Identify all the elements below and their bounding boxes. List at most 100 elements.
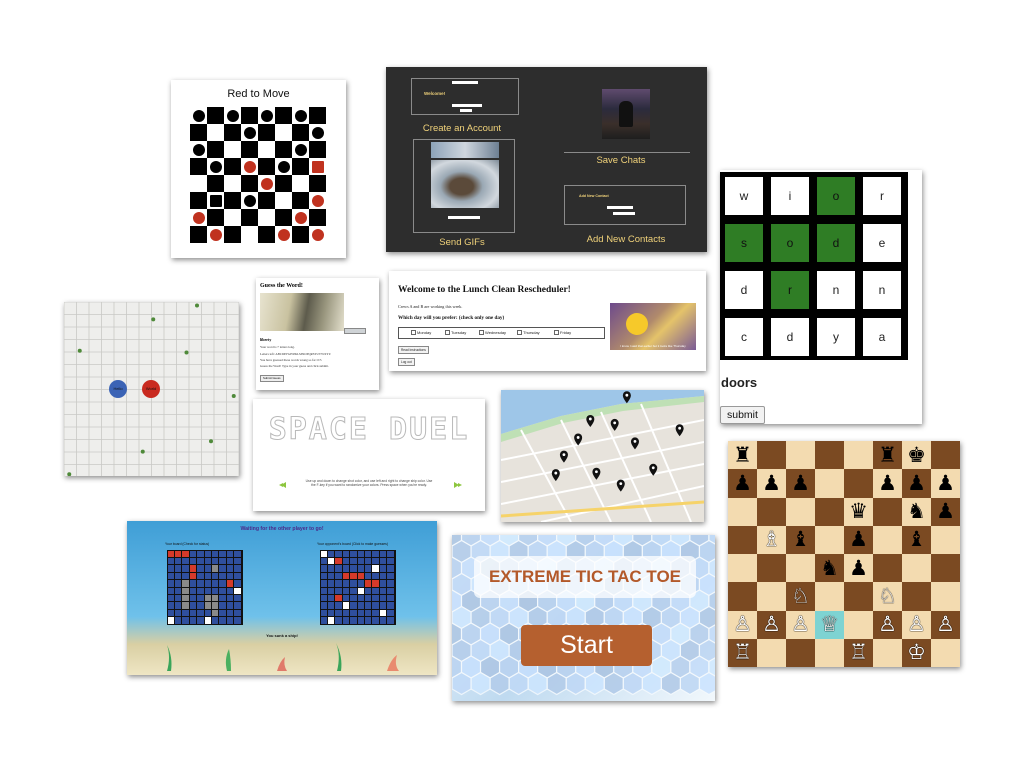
black-checker-piece[interactable]	[260, 109, 273, 122]
battleship-cell[interactable]	[350, 580, 357, 587]
battleship-cell[interactable]	[387, 587, 394, 594]
battleship-cell[interactable]	[350, 617, 357, 624]
battleship-cell[interactable]	[335, 580, 342, 587]
battleship-cell[interactable]	[342, 617, 350, 624]
black-checker-piece[interactable]	[243, 194, 256, 207]
battleship-cell[interactable]	[320, 565, 327, 572]
battleship-cell[interactable]	[357, 565, 364, 572]
checkers-game-thumbnail[interactable]: Red to Move	[171, 80, 346, 258]
battleship-cell[interactable]	[387, 617, 394, 624]
battleship-cell[interactable]	[320, 602, 327, 609]
battleship-cell[interactable]	[342, 580, 350, 587]
chess-square[interactable]	[902, 582, 931, 611]
battleship-cell[interactable]	[350, 587, 357, 594]
battleship-cell[interactable]	[379, 565, 387, 572]
chess-square[interactable]	[757, 497, 786, 526]
battleship-cell[interactable]	[379, 595, 387, 602]
red-checker-piece[interactable]	[277, 228, 290, 241]
chess-square[interactable]	[786, 497, 815, 526]
checkers-square[interactable]	[224, 124, 241, 141]
battleship-cell[interactable]	[365, 602, 372, 609]
battleship-cell[interactable]	[320, 550, 327, 557]
battleship-cell[interactable]	[365, 580, 372, 587]
letter-tile[interactable]: e	[863, 224, 901, 262]
battleship-cell[interactable]	[365, 558, 372, 565]
battleship-cell[interactable]	[387, 565, 394, 572]
checkers-square[interactable]	[207, 209, 224, 226]
battleship-cell[interactable]	[379, 587, 387, 594]
day-monday[interactable]: Monday	[411, 330, 431, 335]
letter-tile[interactable]: d	[817, 224, 855, 262]
battleship-cell[interactable]	[357, 550, 364, 557]
black-king-piece[interactable]	[209, 194, 222, 207]
battleship-cell[interactable]	[320, 580, 327, 587]
battleship-cell[interactable]	[335, 617, 342, 624]
chess-piece-icon[interactable]: ♟	[757, 469, 786, 498]
chess-square[interactable]	[815, 638, 844, 667]
red-checker-piece[interactable]	[209, 228, 222, 241]
battleship-cell[interactable]	[379, 572, 387, 580]
map-thumbnail[interactable]	[501, 390, 704, 522]
battleship-cell[interactable]	[328, 580, 335, 587]
battleship-cell[interactable]	[379, 550, 387, 557]
battleship-cell[interactable]	[357, 609, 364, 617]
chess-piece-icon[interactable]: ♘	[873, 582, 902, 611]
chess-piece-icon[interactable]: ♞	[815, 554, 844, 583]
battleship-cell[interactable]	[372, 617, 379, 624]
checkers-square[interactable]	[190, 124, 207, 141]
checkers-square[interactable]	[258, 158, 275, 175]
letter-tile[interactable]: w	[725, 177, 763, 215]
chess-piece-icon[interactable]: ♖	[728, 638, 757, 667]
battleship-cell[interactable]	[335, 565, 342, 572]
battleship-cell[interactable]	[365, 609, 372, 617]
chess-piece-icon[interactable]: ♟	[931, 469, 960, 498]
battleship-cell[interactable]	[372, 565, 379, 572]
red-checker-piece[interactable]	[294, 211, 307, 224]
battleship-cell[interactable]	[357, 558, 364, 565]
letter-grid[interactable]: wiorsodedrnncdya	[720, 172, 908, 360]
battleship-cell[interactable]	[372, 602, 379, 609]
checkers-square[interactable]	[309, 107, 326, 124]
battleship-cell[interactable]	[320, 587, 327, 594]
battleship-cell[interactable]	[365, 617, 372, 624]
word-grid-game-thumbnail[interactable]: wiorsodedrnncdya doors submit	[720, 170, 922, 424]
chess-square[interactable]	[757, 582, 786, 611]
battleship-cell[interactable]	[342, 587, 350, 594]
day-wednesday[interactable]: Wednesday	[479, 330, 506, 335]
battleship-cell[interactable]	[320, 558, 327, 565]
battleship-cell[interactable]	[387, 572, 394, 580]
checkers-square[interactable]	[258, 192, 275, 209]
checkers-square[interactable]	[275, 107, 292, 124]
battleship-cell[interactable]	[350, 558, 357, 565]
battleship-cell[interactable]	[372, 595, 379, 602]
chess-piece-icon[interactable]: ♜	[873, 441, 902, 470]
tic-tac-toe-thumbnail[interactable]: EXTREME TIC TAC TOE Start	[452, 535, 715, 701]
checkers-square[interactable]	[207, 107, 224, 124]
chess-square[interactable]	[728, 554, 757, 583]
battleship-cell[interactable]	[335, 550, 342, 557]
battleship-cell[interactable]	[357, 602, 364, 609]
day-friday[interactable]: Friday	[554, 330, 571, 335]
checkers-square[interactable]	[190, 226, 207, 243]
opponent-board[interactable]	[320, 550, 396, 625]
chess-square[interactable]	[786, 554, 815, 583]
chess-square[interactable]	[873, 525, 902, 554]
black-checker-piece[interactable]	[226, 109, 239, 122]
battleship-cell[interactable]	[320, 595, 327, 602]
battleship-cell[interactable]	[372, 550, 379, 557]
chess-square[interactable]	[931, 638, 960, 667]
chess-piece-icon[interactable]: ♟	[873, 469, 902, 498]
battleship-cell[interactable]	[350, 572, 357, 580]
checkers-square[interactable]	[309, 175, 326, 192]
chess-square[interactable]	[757, 554, 786, 583]
checkers-square[interactable]	[190, 158, 207, 175]
letter-tile[interactable]: d	[725, 271, 763, 309]
chess-piece-icon[interactable]: ♟	[728, 469, 757, 498]
chess-square[interactable]	[728, 525, 757, 554]
battleship-cell[interactable]	[342, 565, 350, 572]
checkers-square[interactable]	[258, 209, 275, 226]
battleship-cell[interactable]	[357, 617, 364, 624]
battleship-cell[interactable]	[372, 609, 379, 617]
chess-square[interactable]	[815, 582, 844, 611]
battleship-cell[interactable]	[379, 558, 387, 565]
